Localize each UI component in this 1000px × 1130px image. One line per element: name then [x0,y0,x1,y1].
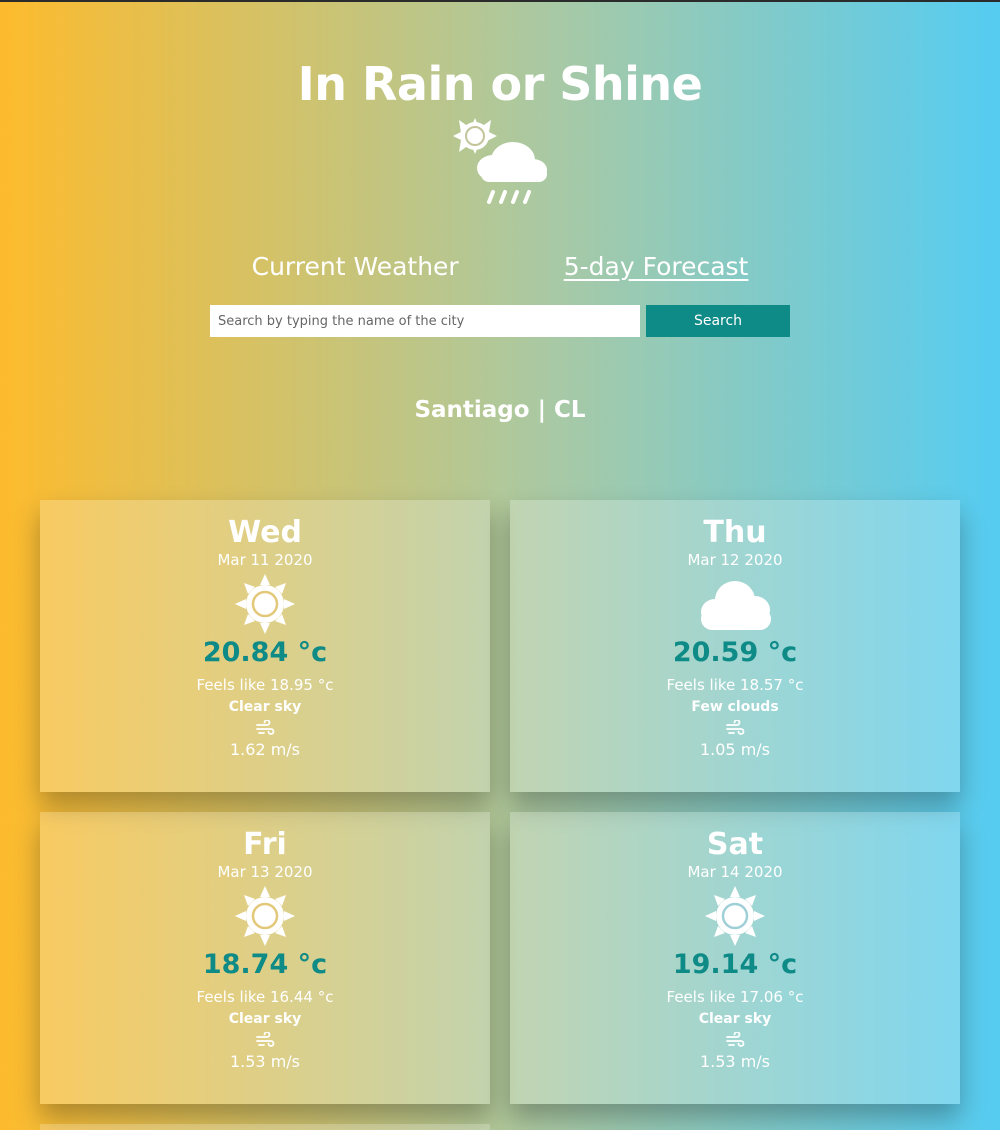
forecast-card: Sat Mar 14 2020 19.14 °c Feels like 17.0… [510,812,960,1104]
forecast-feels-like: Feels like 18.95 °c [196,676,334,694]
forecast-description: Few clouds [691,699,779,715]
forecast-wind-speed: 1.53 m/s [229,1052,301,1071]
forecast-date: Mar 12 2020 [687,551,783,569]
forecast-icon-wrap [40,883,490,949]
wind-icon [510,718,960,738]
search-bar: Search [0,305,1000,337]
forecast-date: Mar 14 2020 [687,863,783,881]
forecast-wind-speed: 1.05 m/s [699,740,771,759]
forecast-wind-speed: 1.53 m/s [699,1052,771,1071]
forecast-wind-speed: 1.62 m/s [229,740,301,759]
forecast-icon-wrap [510,571,960,637]
app-title: In Rain or Shine [297,57,703,111]
cloud-icon [701,581,771,630]
app-header: In Rain or Shine [0,0,1000,212]
forecast-day: Fri [243,827,287,862]
forecast-temperature: 18.74 °c [202,949,328,980]
window-top-border [0,0,1000,2]
forecast-temperature: 19.14 °c [672,949,798,980]
forecast-day: Wed [228,515,302,550]
search-button[interactable]: Search [646,305,790,337]
forecast-feels-like: Feels like 16.44 °c [196,988,334,1006]
forecast-feels-like: Feels like 17.06 °c [666,988,804,1006]
forecast-day: Thu [703,515,767,550]
forecast-feels-like: Feels like 18.57 °c [666,676,804,694]
sun-cloud-rain-icon [453,118,547,204]
forecast-card-partial [40,1124,490,1130]
forecast-temperature: 20.59 °c [672,637,798,668]
forecast-date: Mar 11 2020 [217,551,313,569]
forecast-icon-wrap [510,883,960,949]
forecast-description: Clear sky [228,1011,302,1027]
location-label: Santiago | CL [414,397,586,423]
forecast-date: Mar 13 2020 [217,863,313,881]
wind-icon [40,1030,490,1050]
forecast-card: Fri Mar 13 2020 18.74 °c Feels like 16.4… [40,812,490,1104]
sun-icon [235,886,295,946]
forecast-card: Thu Mar 12 2020 20.59 °c Feels like 18.5… [510,500,960,792]
wind-icon [40,718,490,738]
forecast-temperature: 20.84 °c [202,637,328,668]
forecast-description: Clear sky [698,1011,772,1027]
wind-icon [510,1030,960,1050]
forecast-icon-wrap [40,571,490,637]
sun-icon [705,886,765,946]
forecast-description: Clear sky [228,699,302,715]
forecast-day: Sat [706,827,764,862]
search-input[interactable] [210,305,640,337]
tab-5-day-forecast[interactable]: 5-day Forecast [564,252,749,281]
tab-current-weather[interactable]: Current Weather [252,252,459,281]
forecast-card: Wed Mar 11 2020 20.84 °c Feels like 18.9… [40,500,490,792]
forecast-grid: Wed Mar 11 2020 20.84 °c Feels like 18.9… [40,500,960,1130]
nav-tabs: Current Weather 5-day Forecast [0,252,1000,281]
app-logo [0,116,1000,212]
sun-icon [235,574,295,634]
